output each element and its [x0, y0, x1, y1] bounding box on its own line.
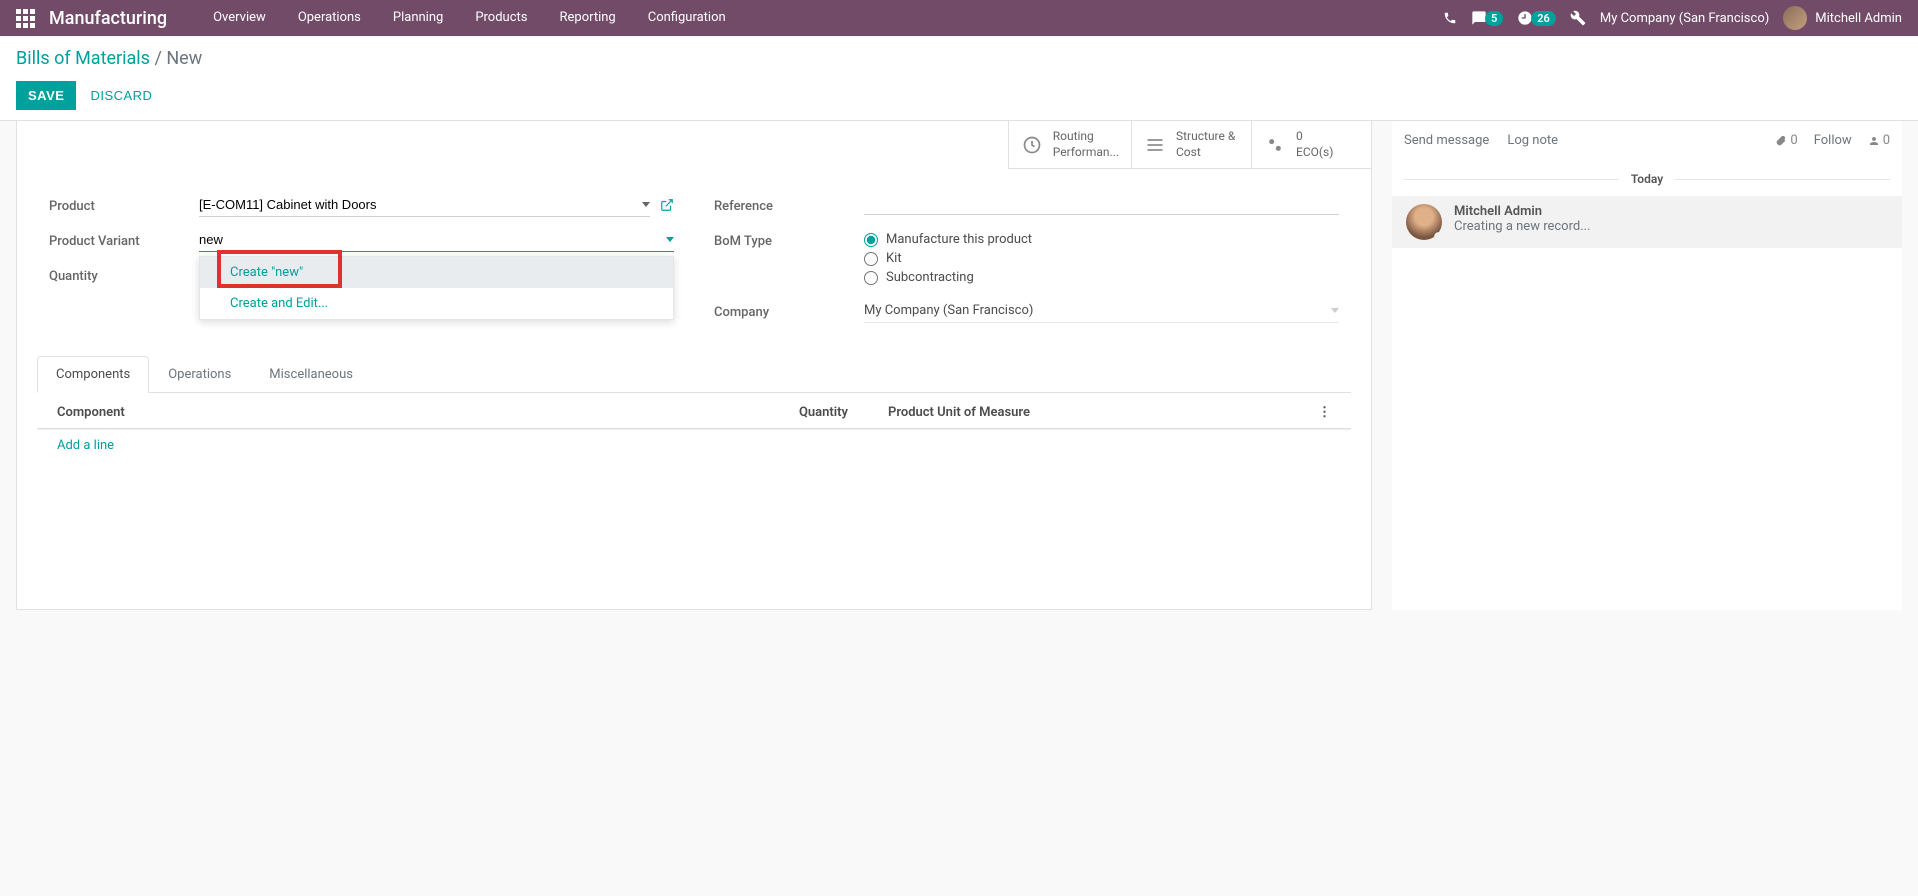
stat-label: Structure & [1176, 129, 1235, 145]
caret-icon[interactable] [642, 202, 650, 207]
activities-badge: 26 [1531, 11, 1556, 26]
paperclip-icon [1775, 135, 1787, 147]
user-menu[interactable]: Mitchell Admin [1783, 6, 1902, 30]
variant-input[interactable] [199, 232, 666, 247]
company-name: My Company (San Francisco) [1600, 11, 1769, 26]
radio-manufacture[interactable]: Manufacture this product [864, 232, 1339, 247]
menu-planning[interactable]: Planning [377, 0, 459, 36]
send-message-button[interactable]: Send message [1404, 133, 1489, 148]
menu-operations[interactable]: Operations [282, 0, 377, 36]
caret-icon[interactable] [666, 237, 674, 242]
gears-icon [1264, 134, 1286, 156]
apps-icon[interactable] [16, 9, 35, 28]
reference-field[interactable] [864, 193, 1339, 215]
message-author[interactable]: Mitchell Admin [1454, 204, 1591, 219]
label-product: Product [49, 193, 199, 220]
clock-icon [1021, 134, 1043, 156]
tab-miscellaneous[interactable]: Miscellaneous [250, 356, 372, 393]
messages-badge: 5 [1485, 11, 1503, 26]
stat-routing[interactable]: Routing Performan... [1008, 121, 1131, 169]
breadcrumb-leaf: New [166, 48, 202, 69]
menu-products[interactable]: Products [459, 0, 543, 36]
stat-label: ECO(s) [1296, 145, 1333, 161]
debug-icon[interactable] [1570, 10, 1586, 26]
external-link-icon[interactable] [660, 198, 674, 212]
company-switcher[interactable]: My Company (San Francisco) [1600, 11, 1769, 26]
variant-field[interactable] [199, 228, 674, 252]
breadcrumb-sep: / [154, 48, 166, 69]
menu-reporting[interactable]: Reporting [544, 0, 632, 36]
label-bomtype: BoM Type [714, 228, 864, 255]
stat-button-box: Routing Performan... Structure & Cost [17, 121, 1371, 169]
user-icon [1868, 135, 1880, 147]
label-variant: Product Variant [49, 228, 199, 255]
dropdown-create-new[interactable]: Create "new" [200, 257, 673, 288]
product-input[interactable] [199, 197, 642, 212]
add-line-link[interactable]: Add a line [37, 430, 1351, 461]
dropdown-create-edit[interactable]: Create and Edit... [200, 288, 673, 319]
follow-button[interactable]: Follow [1814, 133, 1852, 148]
attachments-button[interactable]: 0 [1775, 133, 1797, 148]
activities-icon[interactable]: 26 [1517, 10, 1556, 26]
phone-icon[interactable] [1443, 11, 1457, 25]
user-name: Mitchell Admin [1815, 11, 1902, 26]
avatar[interactable] [1406, 204, 1442, 240]
breadcrumb-root[interactable]: Bills of Materials [16, 48, 150, 69]
online-status-icon [1434, 232, 1442, 240]
company-value: My Company (San Francisco) [864, 303, 1033, 318]
chatter-date-divider: Today [1404, 172, 1890, 186]
menu-configuration[interactable]: Configuration [632, 0, 742, 36]
app-title[interactable]: Manufacturing [49, 8, 167, 29]
col-uom[interactable]: Product Unit of Measure [868, 397, 1298, 429]
variant-dropdown: Create "new" Create and Edit... [199, 256, 674, 320]
form-sheet: Routing Performan... Structure & Cost [16, 120, 1372, 610]
label-quantity: Quantity [49, 263, 199, 290]
menu-overview[interactable]: Overview [197, 0, 282, 36]
stat-label: Cost [1176, 145, 1235, 161]
components-table: Component Quantity Product Unit of Measu… [37, 397, 1351, 429]
main-menu: Overview Operations Planning Products Re… [197, 0, 742, 36]
radio-kit[interactable]: Kit [864, 251, 1339, 266]
bomtype-radio-group: Manufacture this product Kit Subcontract… [864, 228, 1339, 289]
company-field[interactable]: My Company (San Francisco) [864, 299, 1339, 323]
chatter: Send message Log note 0 Follow 0 Today [1392, 121, 1902, 610]
stat-label: Routing [1053, 129, 1119, 145]
log-note-button[interactable]: Log note [1507, 133, 1558, 148]
stat-label: Performan... [1053, 145, 1119, 161]
followers-button[interactable]: 0 [1868, 133, 1890, 148]
control-panel: Bills of Materials / New SAVE DISCARD [0, 36, 1918, 121]
avatar-icon [1783, 6, 1807, 30]
col-component[interactable]: Component [37, 397, 748, 429]
discard-button[interactable]: DISCARD [86, 81, 156, 110]
col-quantity[interactable]: Quantity [748, 397, 868, 429]
notebook: Components Operations Miscellaneous Comp… [37, 356, 1351, 465]
col-options[interactable]: ⋮ [1298, 397, 1351, 429]
breadcrumb: Bills of Materials / New [16, 48, 1902, 69]
stat-eco[interactable]: 0 ECO(s) [1251, 121, 1371, 169]
label-company: Company [714, 299, 864, 326]
messages-icon[interactable]: 5 [1471, 10, 1503, 26]
tab-components[interactable]: Components [37, 356, 149, 393]
stat-count: 0 [1296, 129, 1333, 145]
caret-icon[interactable] [1331, 308, 1339, 313]
product-field[interactable] [199, 193, 650, 217]
tab-operations[interactable]: Operations [149, 356, 250, 393]
top-navbar: Manufacturing Overview Operations Planni… [0, 0, 1918, 36]
stat-structure[interactable]: Structure & Cost [1131, 121, 1251, 169]
list-icon [1144, 134, 1166, 156]
label-reference: Reference [714, 193, 864, 220]
radio-subcontracting[interactable]: Subcontracting [864, 270, 1339, 285]
chatter-message: Mitchell Admin Creating a new record... [1392, 196, 1902, 248]
message-text: Creating a new record... [1454, 219, 1591, 234]
save-button[interactable]: SAVE [16, 81, 76, 110]
